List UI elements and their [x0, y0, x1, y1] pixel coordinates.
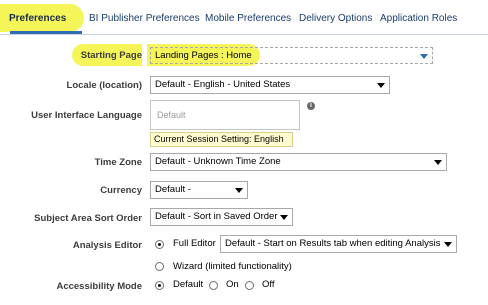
chevron-down-icon [377, 83, 385, 88]
chevron-down-icon [420, 54, 428, 59]
accessibility-mode-label: Accessibility Mode [56, 281, 142, 292]
locale-select[interactable]: Default - English - United States [150, 76, 390, 94]
accessibility-off-label: Off [262, 279, 275, 290]
accessibility-off-radio[interactable] [245, 281, 254, 290]
session-setting-note: Current Session Setting: English [150, 132, 293, 147]
wizard-radio[interactable] [155, 262, 164, 271]
sort-order-value: Default - Sort in Saved Order [155, 211, 278, 222]
accessibility-default-label: Default [173, 279, 204, 290]
tab-application-roles[interactable]: Application Roles [380, 12, 457, 26]
accessibility-on-label: On [226, 279, 239, 290]
starting-page-value: Landing Pages : Home [155, 50, 252, 61]
locale-label: Locale (location) [66, 80, 142, 91]
active-tab-indicator [10, 31, 82, 34]
chevron-down-icon [444, 242, 452, 247]
full-editor-radio[interactable] [155, 240, 164, 249]
chevron-down-icon [235, 188, 243, 193]
full-editor-label: Full Editor [173, 238, 216, 249]
currency-label: Currency [100, 185, 142, 196]
accessibility-default-radio[interactable] [155, 281, 164, 290]
starting-page-select[interactable]: Landing Pages : Home [150, 47, 433, 64]
tab-mobile-preferences[interactable]: Mobile Preferences [205, 12, 291, 26]
time-zone-select[interactable]: Default - Unknown Time Zone [150, 153, 447, 171]
chevron-down-icon [434, 160, 442, 165]
tab-bar: Preferences BI Publisher Preferences Mob… [0, 0, 488, 35]
analysis-editor-label: Analysis Editor [72, 240, 142, 251]
starting-page-label: Starting Page [80, 50, 142, 61]
wizard-label: Wizard (limited functionality) [173, 261, 292, 272]
tab-preferences[interactable]: Preferences [9, 12, 66, 26]
accessibility-on-radio[interactable] [209, 281, 218, 290]
ui-language-field[interactable]: Default [150, 100, 300, 130]
currency-value: Default - [155, 184, 191, 195]
time-zone-label: Time Zone [94, 157, 142, 168]
time-zone-value: Default - Unknown Time Zone [155, 156, 281, 167]
sort-order-label: Subject Area Sort Order [34, 213, 142, 224]
tab-bi-publisher-preferences[interactable]: BI Publisher Preferences [89, 12, 200, 26]
sort-order-select[interactable]: Default - Sort in Saved Order [150, 208, 293, 226]
locale-value: Default - English - United States [155, 79, 291, 90]
info-icon[interactable]: i [307, 102, 315, 110]
currency-select[interactable]: Default - [150, 181, 248, 199]
full-editor-select[interactable]: Default - Start on Results tab when edit… [220, 235, 457, 253]
chevron-down-icon [280, 215, 288, 220]
full-editor-value: Default - Start on Results tab when edit… [225, 238, 441, 249]
ui-language-placeholder: Default [157, 110, 186, 120]
tab-delivery-options[interactable]: Delivery Options [299, 12, 372, 26]
ui-language-label: User Interface Language [31, 110, 142, 121]
